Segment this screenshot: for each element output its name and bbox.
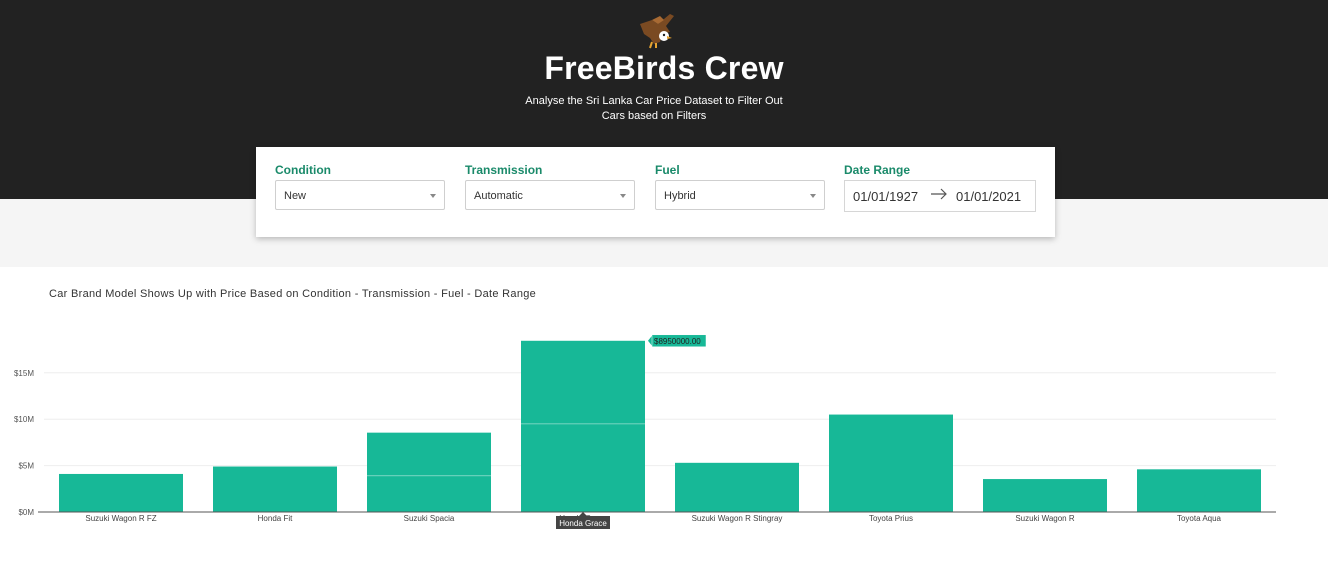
tooltip-pointer [648,335,652,346]
bar-chart: $0M $5M $10M $15M Suzuki Wagon R FZ Honda Fit… [14,334,1276,529]
bar-segment [367,432,491,476]
x-tick-label: Honda Fit [258,514,293,523]
x-tick-label: Toyota Prius [869,514,913,523]
x-tick-label: Toyota Aqua [1177,514,1222,523]
bar-segment [521,340,645,424]
bar-segment [59,473,183,512]
category-tooltip-label: Honda Grace [559,519,607,528]
x-tick-label: Suzuki Wagon R Stingray [692,514,783,523]
bar-segment [1137,469,1261,512]
y-tick-label: $0M [18,508,34,517]
bar-segment [675,462,799,512]
value-tooltip-label: $8950000.00 [654,337,701,346]
bar-segment [367,475,491,512]
y-tick-label: $5M [18,462,34,471]
bar-segment [983,479,1107,512]
bar-segment [213,466,337,512]
x-tick-label: Suzuki Spacia [404,514,455,523]
bar-segment [829,414,953,512]
y-tick-label: $15M [14,369,34,378]
y-tick-label: $10M [14,415,34,424]
x-tick-label: Suzuki Wagon R FZ [85,514,156,523]
bar-segment [521,423,645,512]
x-tick-label: Suzuki Wagon R [1015,514,1075,523]
